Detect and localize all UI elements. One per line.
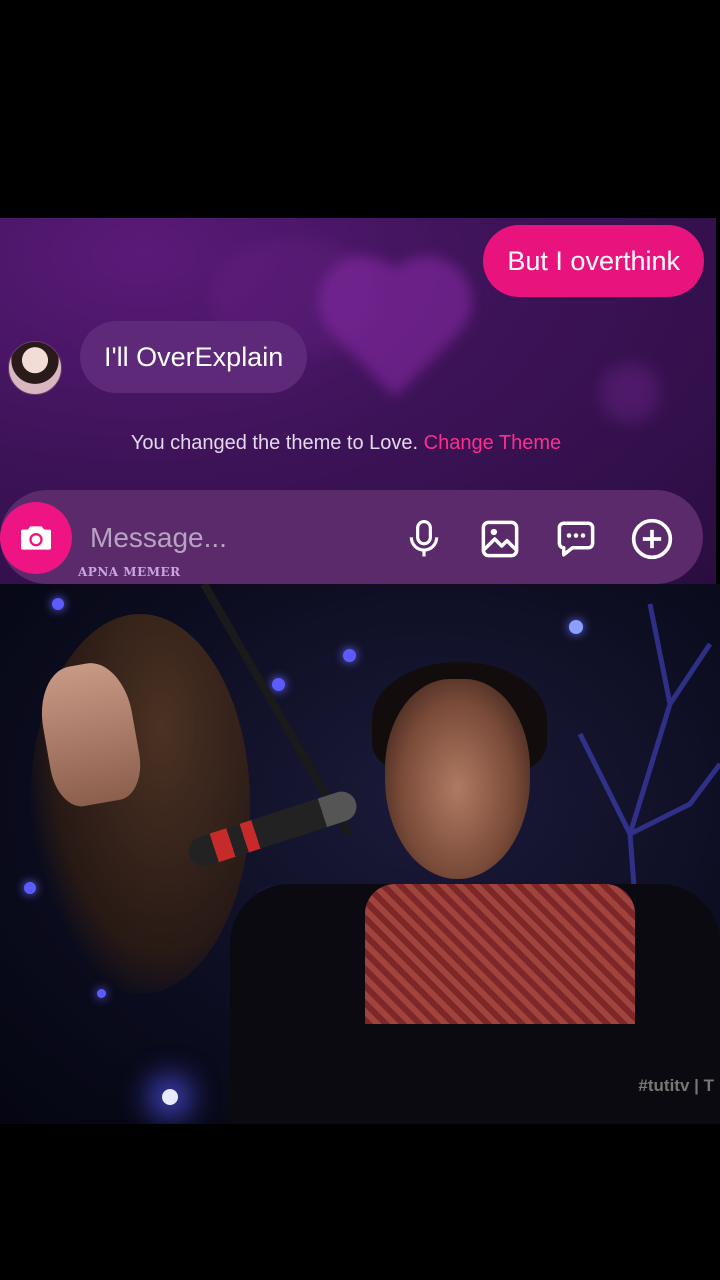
gallery-button[interactable] — [478, 517, 522, 561]
image-icon — [481, 520, 519, 558]
camera-icon — [21, 526, 51, 550]
apna-memer-watermark: APNA MEMER — [78, 565, 181, 579]
bokeh-light — [162, 1089, 178, 1105]
bokeh-light — [272, 678, 285, 691]
chat-bubble-icon — [557, 521, 595, 557]
message-input[interactable] — [88, 512, 372, 564]
screen: But I overthink I'll OverExplain You cha… — [0, 0, 720, 1280]
reaction-photo: #tutitv | T — [0, 584, 720, 1124]
change-theme-link[interactable]: Change Theme — [424, 432, 562, 454]
plus-circle-icon — [631, 518, 673, 560]
bokeh-light — [97, 989, 106, 998]
performer-face — [385, 679, 530, 879]
outgoing-message-bubble[interactable]: But I overthink — [483, 225, 704, 297]
voice-message-button[interactable] — [402, 517, 446, 561]
chat-thread: But I overthink I'll OverExplain You cha… — [0, 218, 716, 584]
bokeh-light — [569, 620, 583, 634]
theme-notice-text: You changed the theme to Love. — [130, 432, 419, 454]
channel-watermark: #tutitv | T — [638, 1076, 714, 1095]
camera-button[interactable] — [0, 502, 72, 574]
contact-avatar[interactable] — [8, 341, 62, 395]
incoming-message-bubble[interactable]: I'll OverExplain — [80, 321, 308, 393]
microphone-icon — [409, 520, 439, 557]
performer-vest — [365, 884, 635, 1024]
sticker-button[interactable] — [554, 517, 598, 561]
bokeh-decoration — [600, 363, 660, 423]
bokeh-light — [343, 649, 356, 662]
message-composer: APNA MEMER — [0, 490, 703, 584]
more-options-button[interactable] — [630, 517, 674, 561]
theme-change-notice: You changed the theme to Love. Change Th… — [0, 432, 692, 455]
bokeh-light — [52, 598, 64, 610]
bokeh-light — [24, 882, 36, 894]
